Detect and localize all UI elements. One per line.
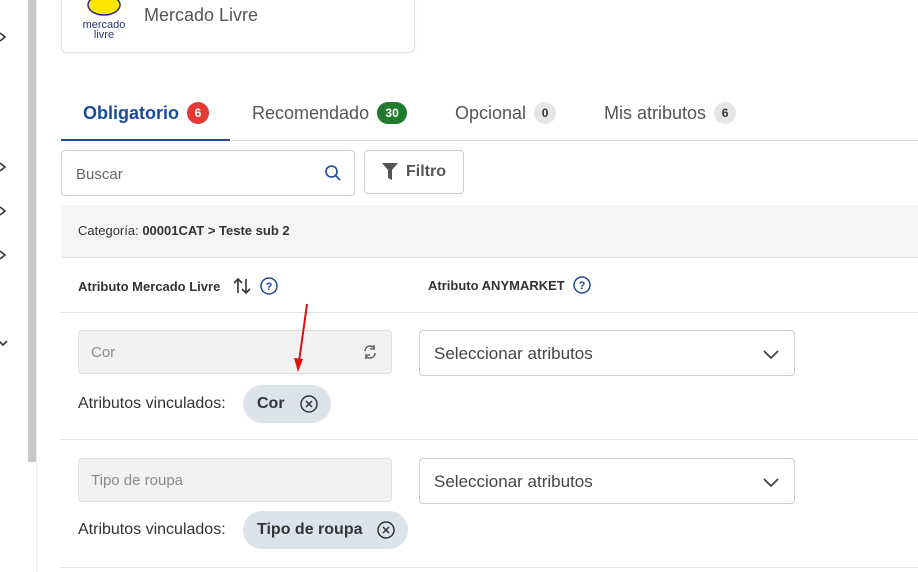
search-box <box>61 150 355 197</box>
chevron-down-icon <box>763 478 779 488</box>
svg-text:?: ? <box>578 280 585 292</box>
chevron-right-icon[interactable] <box>0 206 8 216</box>
close-circle-icon[interactable] <box>376 520 396 540</box>
select-placeholder: Seleccionar atributos <box>434 472 593 491</box>
column-header-anymarket: Atributo ANYMARKET ? <box>428 276 591 294</box>
count-badge: 30 <box>377 102 408 124</box>
svg-text:livre: livre <box>94 29 114 41</box>
column-header-label: Atributo Mercado Livre <box>78 278 221 294</box>
filter-button[interactable]: Filtro <box>364 150 464 194</box>
anymarket-attribute-select[interactable]: Seleccionar atributos <box>419 458 795 504</box>
mercado-livre-logo: mercado livre <box>83 0 125 41</box>
marketplace-card: mercado livre Mercado Livre <box>61 0 415 53</box>
category-bar: Categoría: 00001CAT > Teste sub 2 <box>61 205 918 258</box>
attribute-tabs: Obligatorio 6 Recomendado 30 Opcional 0 … <box>61 86 918 141</box>
chevron-right-icon[interactable] <box>0 32 8 42</box>
count-badge: 0 <box>534 102 557 124</box>
column-header-ml: Atributo Mercado Livre ? <box>78 276 279 296</box>
chip-label: Tipo de roupa <box>257 521 363 538</box>
tab-label: Obligatorio <box>83 102 179 123</box>
chevron-down-icon <box>763 350 779 360</box>
category-path: 00001CAT > Teste sub 2 <box>142 223 290 238</box>
linked-attribute-chip: Cor <box>243 385 331 423</box>
help-icon[interactable]: ? <box>572 276 591 294</box>
search-input[interactable] <box>74 151 318 197</box>
chevron-down-icon[interactable] <box>0 338 8 348</box>
count-badge: 6 <box>714 102 737 124</box>
sync-icon[interactable] <box>361 343 379 361</box>
tab-opcional[interactable]: Opcional 0 <box>455 86 557 140</box>
attribute-row: Tipo de roupa Seleccionar atributos Atri… <box>61 440 918 568</box>
chevron-right-icon[interactable] <box>0 162 8 172</box>
active-tab-indicator <box>61 139 230 141</box>
tab-label: Mis atributos <box>604 102 707 123</box>
category-label: Categoría: <box>78 223 139 238</box>
sort-icon[interactable] <box>232 276 252 296</box>
divider <box>36 0 37 572</box>
chevron-right-icon[interactable] <box>0 250 8 260</box>
linked-attribute-chip: Tipo de roupa <box>243 511 409 549</box>
ml-attribute-field: Tipo de roupa <box>78 458 392 502</box>
tab-obligatorio[interactable]: Obligatorio 6 <box>83 86 209 140</box>
anymarket-attribute-select[interactable]: Seleccionar atributos <box>419 330 795 376</box>
linked-attributes-label: Atributos vinculados: <box>78 395 226 412</box>
tab-mis-atributos[interactable]: Mis atributos 6 <box>604 86 737 140</box>
select-placeholder: Seleccionar atributos <box>434 344 593 363</box>
tab-label: Opcional <box>455 102 527 123</box>
close-circle-icon[interactable] <box>299 394 319 414</box>
ml-attribute-value: Tipo de roupa <box>91 472 184 489</box>
ml-attribute-value: Cor <box>91 344 116 361</box>
category-breadcrumb: Categoría: 00001CAT > Teste sub 2 <box>78 223 290 238</box>
tab-recomendado[interactable]: Recomendado 30 <box>252 86 408 140</box>
left-nav-rail <box>0 0 28 572</box>
column-header-label: Atributo ANYMARKET <box>428 277 565 293</box>
filter-icon <box>382 163 398 180</box>
tab-label: Recomendado <box>252 102 370 123</box>
help-icon[interactable]: ? <box>260 277 279 295</box>
ml-attribute-field: Cor <box>78 330 392 374</box>
sidebar-scrollbar[interactable] <box>28 0 36 462</box>
marketplace-name: Mercado Livre <box>144 5 259 25</box>
linked-attributes-label: Atributos vinculados: <box>78 521 226 538</box>
table-header: Atributo Mercado Livre ? Atributo ANYMAR… <box>61 258 918 313</box>
chip-label: Cor <box>257 395 285 412</box>
search-icon[interactable] <box>324 164 342 182</box>
svg-text:?: ? <box>266 281 273 293</box>
count-badge: 6 <box>187 102 209 124</box>
filter-label: Filtro <box>406 163 446 180</box>
attribute-row: Cor Seleccionar atributos Atributos vinc… <box>61 313 918 440</box>
